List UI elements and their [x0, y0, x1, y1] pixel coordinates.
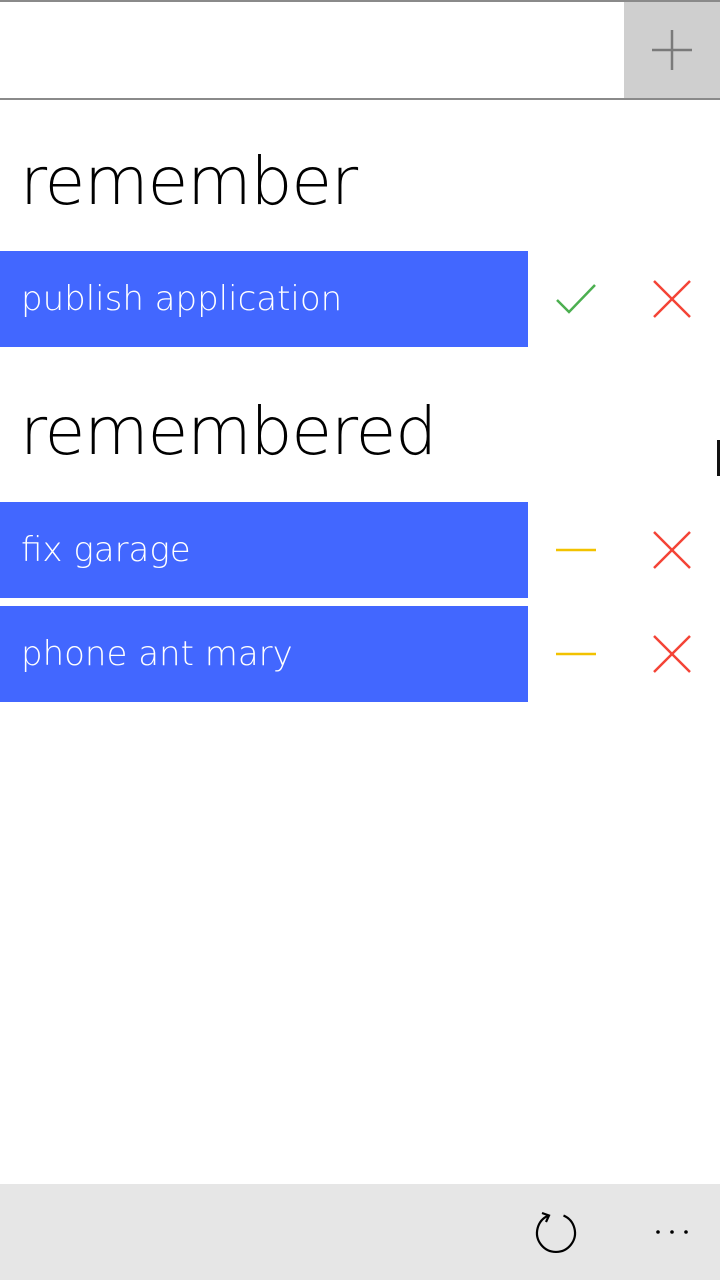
restore-button[interactable]: [536, 606, 616, 702]
delete-button[interactable]: [632, 251, 712, 347]
add-button[interactable]: [624, 2, 720, 98]
complete-button[interactable]: [536, 251, 616, 347]
task-row: fix garage: [0, 502, 720, 598]
delete-button[interactable]: [632, 606, 712, 702]
refresh-button[interactable]: [516, 1184, 596, 1280]
close-icon: [653, 280, 691, 318]
task-row: phone ant mary: [0, 606, 720, 702]
task-label[interactable]: fix garage: [0, 502, 528, 598]
minus-icon: [556, 548, 596, 552]
delete-button[interactable]: [632, 502, 712, 598]
close-icon: [653, 635, 691, 673]
minus-icon: [556, 652, 596, 656]
more-icon: [656, 1230, 688, 1234]
close-icon: [653, 531, 691, 569]
new-item-bar: [0, 0, 720, 100]
task-label[interactable]: phone ant mary: [0, 606, 528, 702]
app-bar: [0, 1184, 720, 1280]
new-item-input[interactable]: [0, 2, 622, 98]
refresh-icon: [535, 1211, 577, 1253]
task-row: publish application: [0, 251, 720, 347]
more-button[interactable]: [632, 1184, 712, 1280]
task-label[interactable]: publish application: [0, 251, 528, 347]
restore-button[interactable]: [536, 502, 616, 598]
section-heading-remember: remember: [20, 143, 358, 220]
checkmark-icon: [556, 284, 596, 314]
plus-icon: [652, 30, 692, 70]
section-heading-remembered: remembered: [20, 393, 437, 470]
app-page: remember publish application remembered …: [0, 0, 720, 1280]
